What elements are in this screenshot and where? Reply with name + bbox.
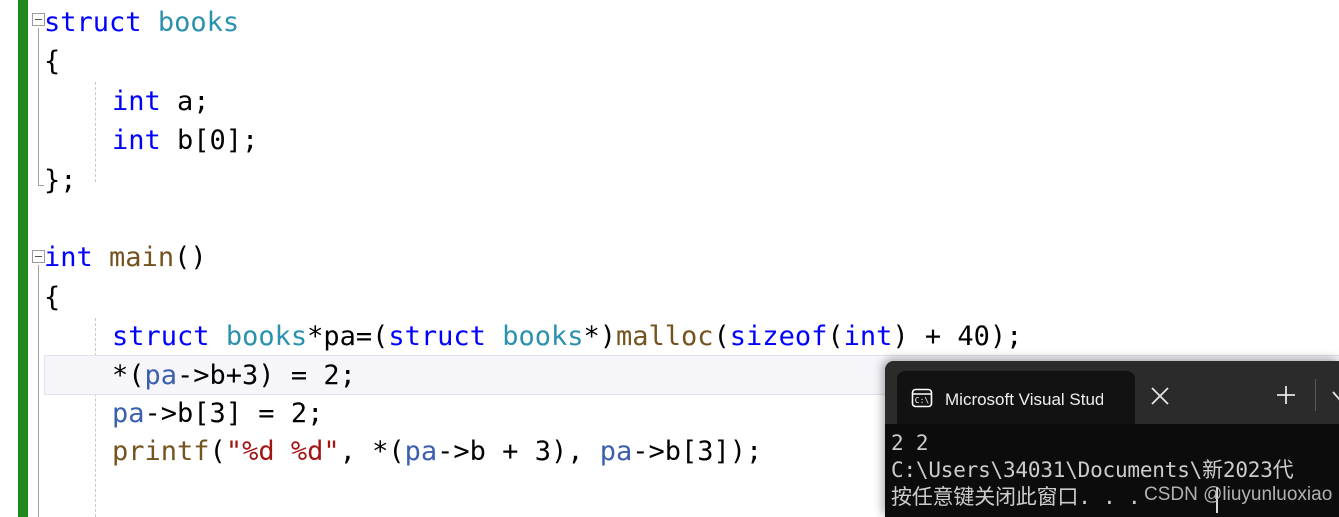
terminal-cmd-icon: C:\ — [911, 387, 933, 409]
indent-guide-struct — [95, 82, 96, 182]
code-token: ) + 40); — [892, 321, 1023, 352]
indent-guide-main — [95, 318, 96, 517]
code-line[interactable]: int main() — [44, 238, 207, 278]
code-token: pa — [144, 360, 178, 391]
code-token: b[0]; — [160, 125, 259, 156]
code-token: { — [44, 46, 61, 77]
new-tab-icon[interactable] — [1273, 382, 1299, 408]
code-token: { — [44, 282, 61, 313]
code-token: ( — [713, 321, 730, 352]
code-token: printf — [112, 436, 210, 467]
console-output-line: 2 2 — [891, 431, 929, 455]
code-line[interactable]: struct books — [44, 3, 239, 43]
code-token: , *( — [339, 436, 405, 467]
svg-text:C:\: C:\ — [915, 396, 930, 405]
code-line[interactable]: { — [44, 278, 60, 318]
code-token: ->b + 3), — [437, 436, 600, 467]
code-token: () — [174, 242, 207, 273]
code-line[interactable]: int b[0]; — [112, 121, 258, 161]
code-line[interactable]: }; — [44, 161, 77, 201]
code-token: ->b[3]); — [632, 436, 763, 467]
code-token: }; — [44, 165, 77, 196]
code-line[interactable]: pa->b[3] = 2; — [112, 394, 323, 434]
code-line[interactable]: *(pa->b+3) = 2; — [112, 356, 356, 396]
code-token: pa — [112, 398, 145, 429]
code-token: *( — [112, 360, 145, 391]
code-token: sizeof — [729, 321, 828, 352]
code-token: struct — [44, 7, 142, 38]
code-token: books — [157, 7, 240, 38]
outline-line-struct — [38, 28, 39, 185]
outline-line-main — [38, 265, 39, 517]
code-token: int — [112, 86, 161, 117]
toolbar-separator — [1315, 379, 1316, 411]
code-token: ->b+3) = 2; — [177, 360, 356, 391]
code-token: main — [109, 242, 175, 273]
code-token: int — [112, 125, 161, 156]
close-icon[interactable] — [1147, 383, 1173, 409]
code-token: struct — [112, 321, 210, 352]
csdn-watermark: CSDN @liuyunluoxiao — [1144, 484, 1333, 505]
code-token: malloc — [615, 321, 714, 352]
console-tab[interactable]: C:\ Microsoft Visual Studio 调试控 — [897, 371, 1135, 424]
code-token: pa — [599, 436, 633, 467]
code-token: int — [44, 242, 93, 273]
code-token: *pa=( — [307, 321, 389, 352]
code-token: "%d %d" — [225, 436, 340, 467]
code-token: books — [225, 321, 308, 352]
code-line[interactable]: printf("%d %d", *(pa->b + 3), pa->b[3]); — [112, 432, 762, 472]
code-line[interactable]: struct books*pa=(struct books*)malloc(si… — [112, 317, 1022, 357]
code-token: ->b[3] = 2; — [144, 398, 324, 429]
code-token: struct — [388, 321, 486, 352]
code-token: ( — [209, 436, 226, 467]
code-token: *) — [583, 321, 616, 352]
code-token: pa — [404, 436, 438, 467]
code-token: int — [843, 321, 893, 352]
console-title-bar[interactable]: C:\ Microsoft Visual Studio 调试控 — [885, 361, 1339, 424]
console-output-line: C:\Users\34031\Documents\新2023代 — [891, 458, 1294, 482]
console-tab-title: Microsoft Visual Studio 调试控 — [945, 390, 1103, 409]
code-line[interactable]: { — [44, 42, 60, 82]
code-token: books — [502, 321, 584, 352]
saved-changes-indicator — [18, 0, 28, 517]
chevron-down-icon[interactable] — [1329, 385, 1339, 407]
code-token: a; — [160, 86, 210, 117]
code-line[interactable]: int a; — [112, 82, 210, 122]
code-token: ( — [827, 321, 844, 352]
